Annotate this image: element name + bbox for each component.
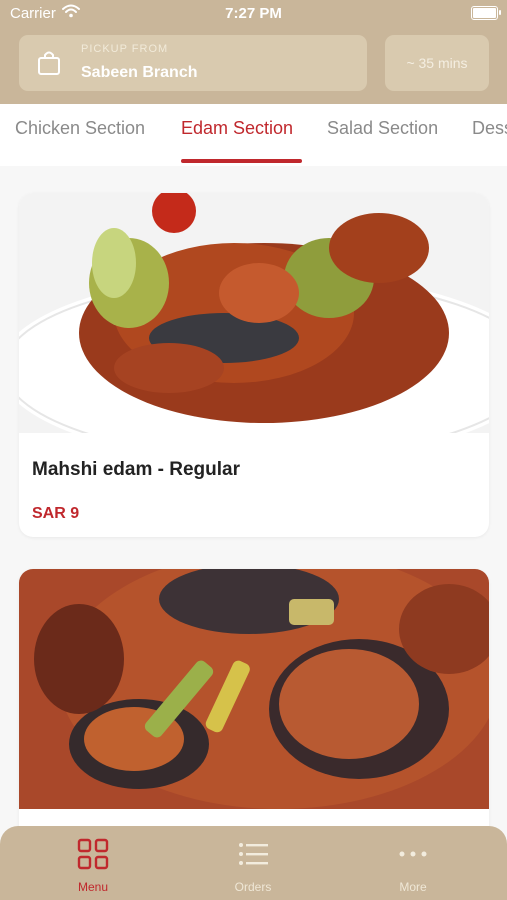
nav-more[interactable]: More [358,838,468,894]
header: Carrier 7:27 PM PICKUP FROM Sabeen Branc… [0,0,507,104]
clock: 7:27 PM [225,5,282,22]
active-tab-indicator [181,159,302,163]
item-price: SAR 9 [32,505,80,522]
menu-item-card[interactable]: Mahshi edam - Regular SAR 9 [19,193,489,537]
more-icon [399,851,427,857]
pickup-label: PICKUP FROM [81,43,169,55]
tab-edam-section[interactable]: Edam Section [181,118,293,139]
bottom-navigation: Menu Orders More [0,826,507,900]
eta-badge[interactable]: ~ 35 mins [385,35,489,91]
pickup-branch-selector[interactable]: PICKUP FROM Sabeen Branch [19,35,367,91]
tab-chicken-section[interactable]: Chicken Section [15,118,145,139]
nav-menu[interactable]: Menu [38,838,148,894]
eggplant-stew-photo [19,569,489,809]
category-tabs: Chicken Section Edam Section Salad Secti… [0,104,507,166]
tab-desserts[interactable]: Dess [472,118,507,139]
status-bar: Carrier 7:27 PM [0,0,507,28]
grid-icon [77,838,109,870]
stuffed-vegetables-photo [19,193,489,433]
battery-icon [471,6,501,20]
nav-orders-label: Orders [234,880,272,894]
nav-orders[interactable]: Orders [198,838,308,894]
nav-menu-label: Menu [77,880,109,894]
shopping-bag-icon [38,51,60,75]
list-icon [239,843,268,865]
tab-salad-section[interactable]: Salad Section [327,118,438,139]
menu-item-card[interactable] [19,569,489,869]
branch-name: Sabeen Branch [81,64,198,81]
nav-more-label: More [399,880,427,894]
item-name: Mahshi edam - Regular [32,459,240,480]
